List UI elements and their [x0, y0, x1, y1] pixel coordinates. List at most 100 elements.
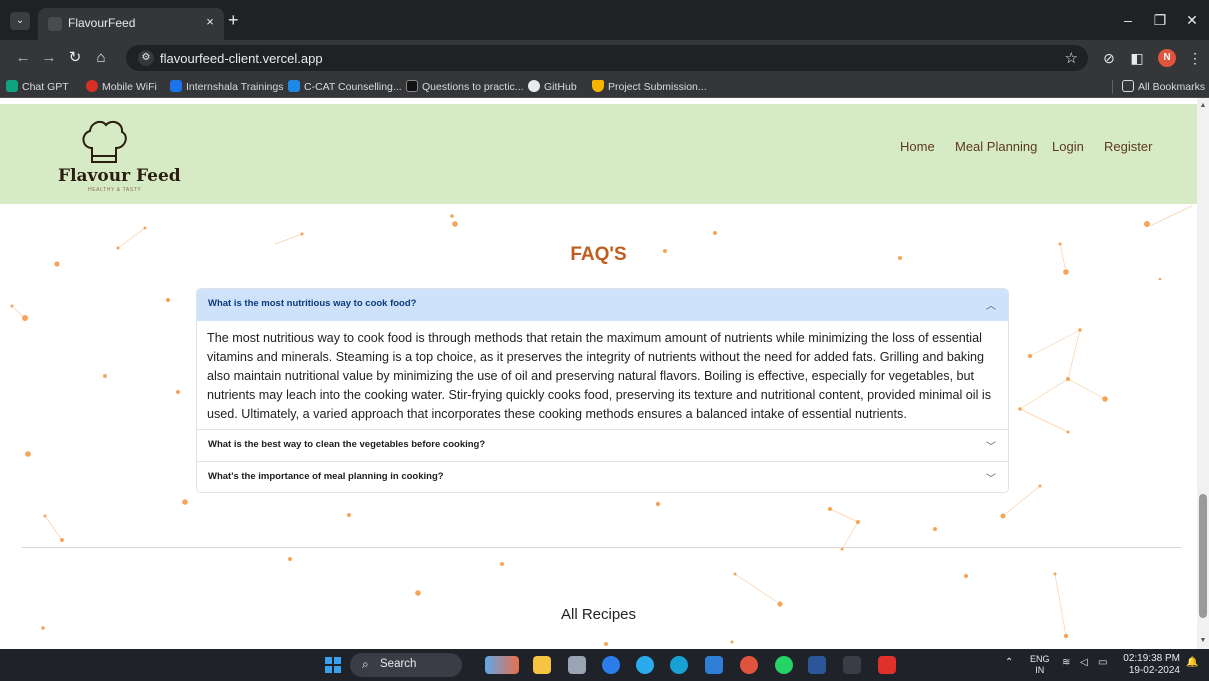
battery-icon[interactable]: ▭	[1098, 657, 1107, 668]
bookmark-label: All Bookmarks	[1138, 81, 1206, 93]
system-clock[interactable]: 02:19:38 PM 19-02-2024	[1122, 653, 1180, 677]
profile-avatar[interactable]: N	[1158, 49, 1176, 67]
faq-heading: FAQ'S	[570, 244, 627, 265]
all-bookmarks-folder[interactable]: All Bookmarks	[1122, 80, 1205, 94]
faq-item-header[interactable]: What's the importance of meal planning i…	[197, 462, 1008, 494]
window-close-icon[interactable]: ✕	[1182, 12, 1202, 28]
faq-question: What is the best way to clean the vegeta…	[208, 439, 486, 450]
all-recipes-heading: All Recipes	[560, 606, 637, 623]
section-divider	[22, 547, 1182, 548]
windows-start-icon[interactable]	[325, 657, 341, 673]
tray-overflow-icon[interactable]: ⌃	[1005, 657, 1013, 668]
bookmark-item[interactable]: GitHub	[528, 80, 577, 94]
new-tab-button[interactable]: +	[228, 11, 239, 29]
language-code: ENG	[1030, 654, 1050, 664]
file-explorer-icon[interactable]	[533, 656, 551, 674]
forward-icon[interactable]: →	[40, 49, 58, 67]
chrome-icon[interactable]	[740, 656, 758, 674]
side-panel-icon[interactable]: ◧	[1128, 50, 1146, 66]
wifi-icon[interactable]: ≋	[1062, 657, 1070, 668]
github-icon	[528, 80, 540, 92]
bookmark-label: Chat GPT	[22, 81, 69, 93]
clock-time: 02:19:38 PM	[1123, 653, 1180, 664]
browser-tab[interactable]: FlavourFeed ×	[38, 8, 224, 40]
scroll-down-arrow-icon[interactable]: ▼	[1197, 637, 1209, 644]
bookmark-label: C-CAT Counselling...	[304, 81, 402, 93]
word-icon[interactable]	[808, 656, 826, 674]
faq-question: What is the most nutritious way to cook …	[208, 298, 417, 309]
chef-hat-icon[interactable]	[78, 118, 130, 166]
bookmark-item[interactable]: C-CAT Counselling...	[288, 80, 402, 94]
browser-toolbar: ← → ↻ ⌂ ⚙ flavourfeed-client.vercel.app …	[0, 40, 1209, 76]
volume-icon[interactable]: ◁	[1080, 657, 1088, 668]
browser-menu-icon[interactable]: ⋮	[1186, 50, 1204, 66]
tab-search-button[interactable]: ⌄	[10, 12, 30, 30]
nav-home-link[interactable]: Home	[900, 139, 935, 154]
bookmark-item[interactable]: Project Submission...	[592, 80, 707, 94]
chevron-up-icon: ︿	[986, 301, 996, 312]
acrobat-icon[interactable]	[878, 656, 896, 674]
address-bar[interactable]: ⚙ flavourfeed-client.vercel.app ☆	[126, 45, 1088, 71]
chatgpt-icon	[6, 80, 18, 92]
todo-check-icon[interactable]	[705, 656, 723, 674]
url-text[interactable]: flavourfeed-client.vercel.app	[160, 51, 323, 66]
bookmark-item[interactable]: Internshala Trainings	[170, 80, 283, 94]
taskbar-search[interactable]: ⌕ Search	[350, 653, 462, 677]
chevron-down-icon: ﹀	[986, 442, 996, 453]
bookmark-item[interactable]: Chat GPT	[6, 80, 69, 94]
tab-close-icon[interactable]: ×	[202, 14, 218, 30]
google-drive-icon	[592, 80, 604, 92]
page-scrollbar[interactable]: ▲ ▼	[1197, 98, 1209, 649]
language-indicator[interactable]: ENG IN	[1030, 654, 1050, 676]
nav-login-link[interactable]: Login	[1052, 139, 1084, 154]
sublime-text-icon[interactable]	[843, 656, 861, 674]
faq-question: What's the importance of meal planning i…	[208, 471, 444, 482]
scrollbar-thumb[interactable]	[1199, 494, 1207, 618]
weather-widget-icon[interactable]	[485, 656, 519, 674]
web-page: Flavour Feed HEALTHY & TASTY Home Meal P…	[0, 98, 1197, 649]
bookmark-item[interactable]: Questions to practic...	[406, 80, 524, 94]
internshala-icon	[170, 80, 182, 92]
clock-date: 19-02-2024	[1128, 665, 1180, 676]
search-icon: ⌕	[362, 657, 369, 671]
bookmarks-bar: Chat GPT Mobile WiFi Internshala Trainin…	[0, 76, 1209, 98]
bookmark-label: Mobile WiFi	[102, 81, 157, 93]
play-icon	[406, 80, 418, 92]
back-icon[interactable]: ←	[14, 49, 32, 67]
logo-wordmark[interactable]: Flavour Feed	[58, 166, 181, 186]
chevron-down-icon: ﹀	[986, 474, 996, 485]
faq-item-header[interactable]: What is the best way to clean the vegeta…	[197, 430, 1008, 462]
logo-tagline: HEALTHY & TASTY	[88, 187, 142, 193]
extensions-icon[interactable]: ⊘	[1100, 50, 1118, 66]
site-header: Flavour Feed HEALTHY & TASTY Home Meal P…	[0, 104, 1197, 204]
site-info-icon[interactable]: ⚙	[138, 50, 154, 66]
edge-icon[interactable]	[670, 656, 688, 674]
bookmark-item[interactable]: Mobile WiFi	[86, 80, 157, 94]
region-code: IN	[1035, 665, 1045, 675]
bookmark-label: GitHub	[544, 81, 577, 93]
minimize-icon[interactable]: –	[1118, 12, 1138, 28]
whatsapp-icon[interactable]	[775, 656, 793, 674]
favicon-icon	[48, 17, 62, 31]
browser-tab-bar: ⌄ FlavourFeed × + – ❐ ✕	[0, 0, 1209, 40]
search-label: Search	[380, 658, 417, 670]
telegram-icon[interactable]	[636, 656, 654, 674]
windows-taskbar: ⌕ Search ⌃ ENG IN ≋ ◁ ▭ 02:19:38 PM 19-02…	[0, 649, 1209, 681]
reload-icon[interactable]: ↻	[66, 49, 84, 67]
notification-bell-icon[interactable]: 🔔	[1186, 657, 1198, 668]
bookmark-label: Questions to practic...	[422, 81, 524, 93]
scroll-up-arrow-icon[interactable]: ▲	[1197, 102, 1209, 109]
faq-item-header-expanded[interactable]: What is the most nutritious way to cook …	[197, 289, 1008, 321]
faq-answer: The most nutritious way to cook food is …	[207, 331, 991, 421]
camera-app-icon[interactable]	[568, 656, 586, 674]
tab-title: FlavourFeed	[68, 16, 136, 30]
bookmarks-divider	[1112, 80, 1113, 94]
restore-icon[interactable]: ❐	[1150, 12, 1170, 28]
app-icon[interactable]	[602, 656, 620, 674]
folder-icon	[1122, 80, 1134, 92]
mobile-wifi-icon	[86, 80, 98, 92]
home-icon[interactable]: ⌂	[92, 49, 110, 67]
bookmark-star-icon[interactable]: ☆	[1065, 49, 1078, 67]
nav-meal-planning-link[interactable]: Meal Planning	[955, 139, 1037, 154]
nav-register-link[interactable]: Register	[1104, 139, 1152, 154]
